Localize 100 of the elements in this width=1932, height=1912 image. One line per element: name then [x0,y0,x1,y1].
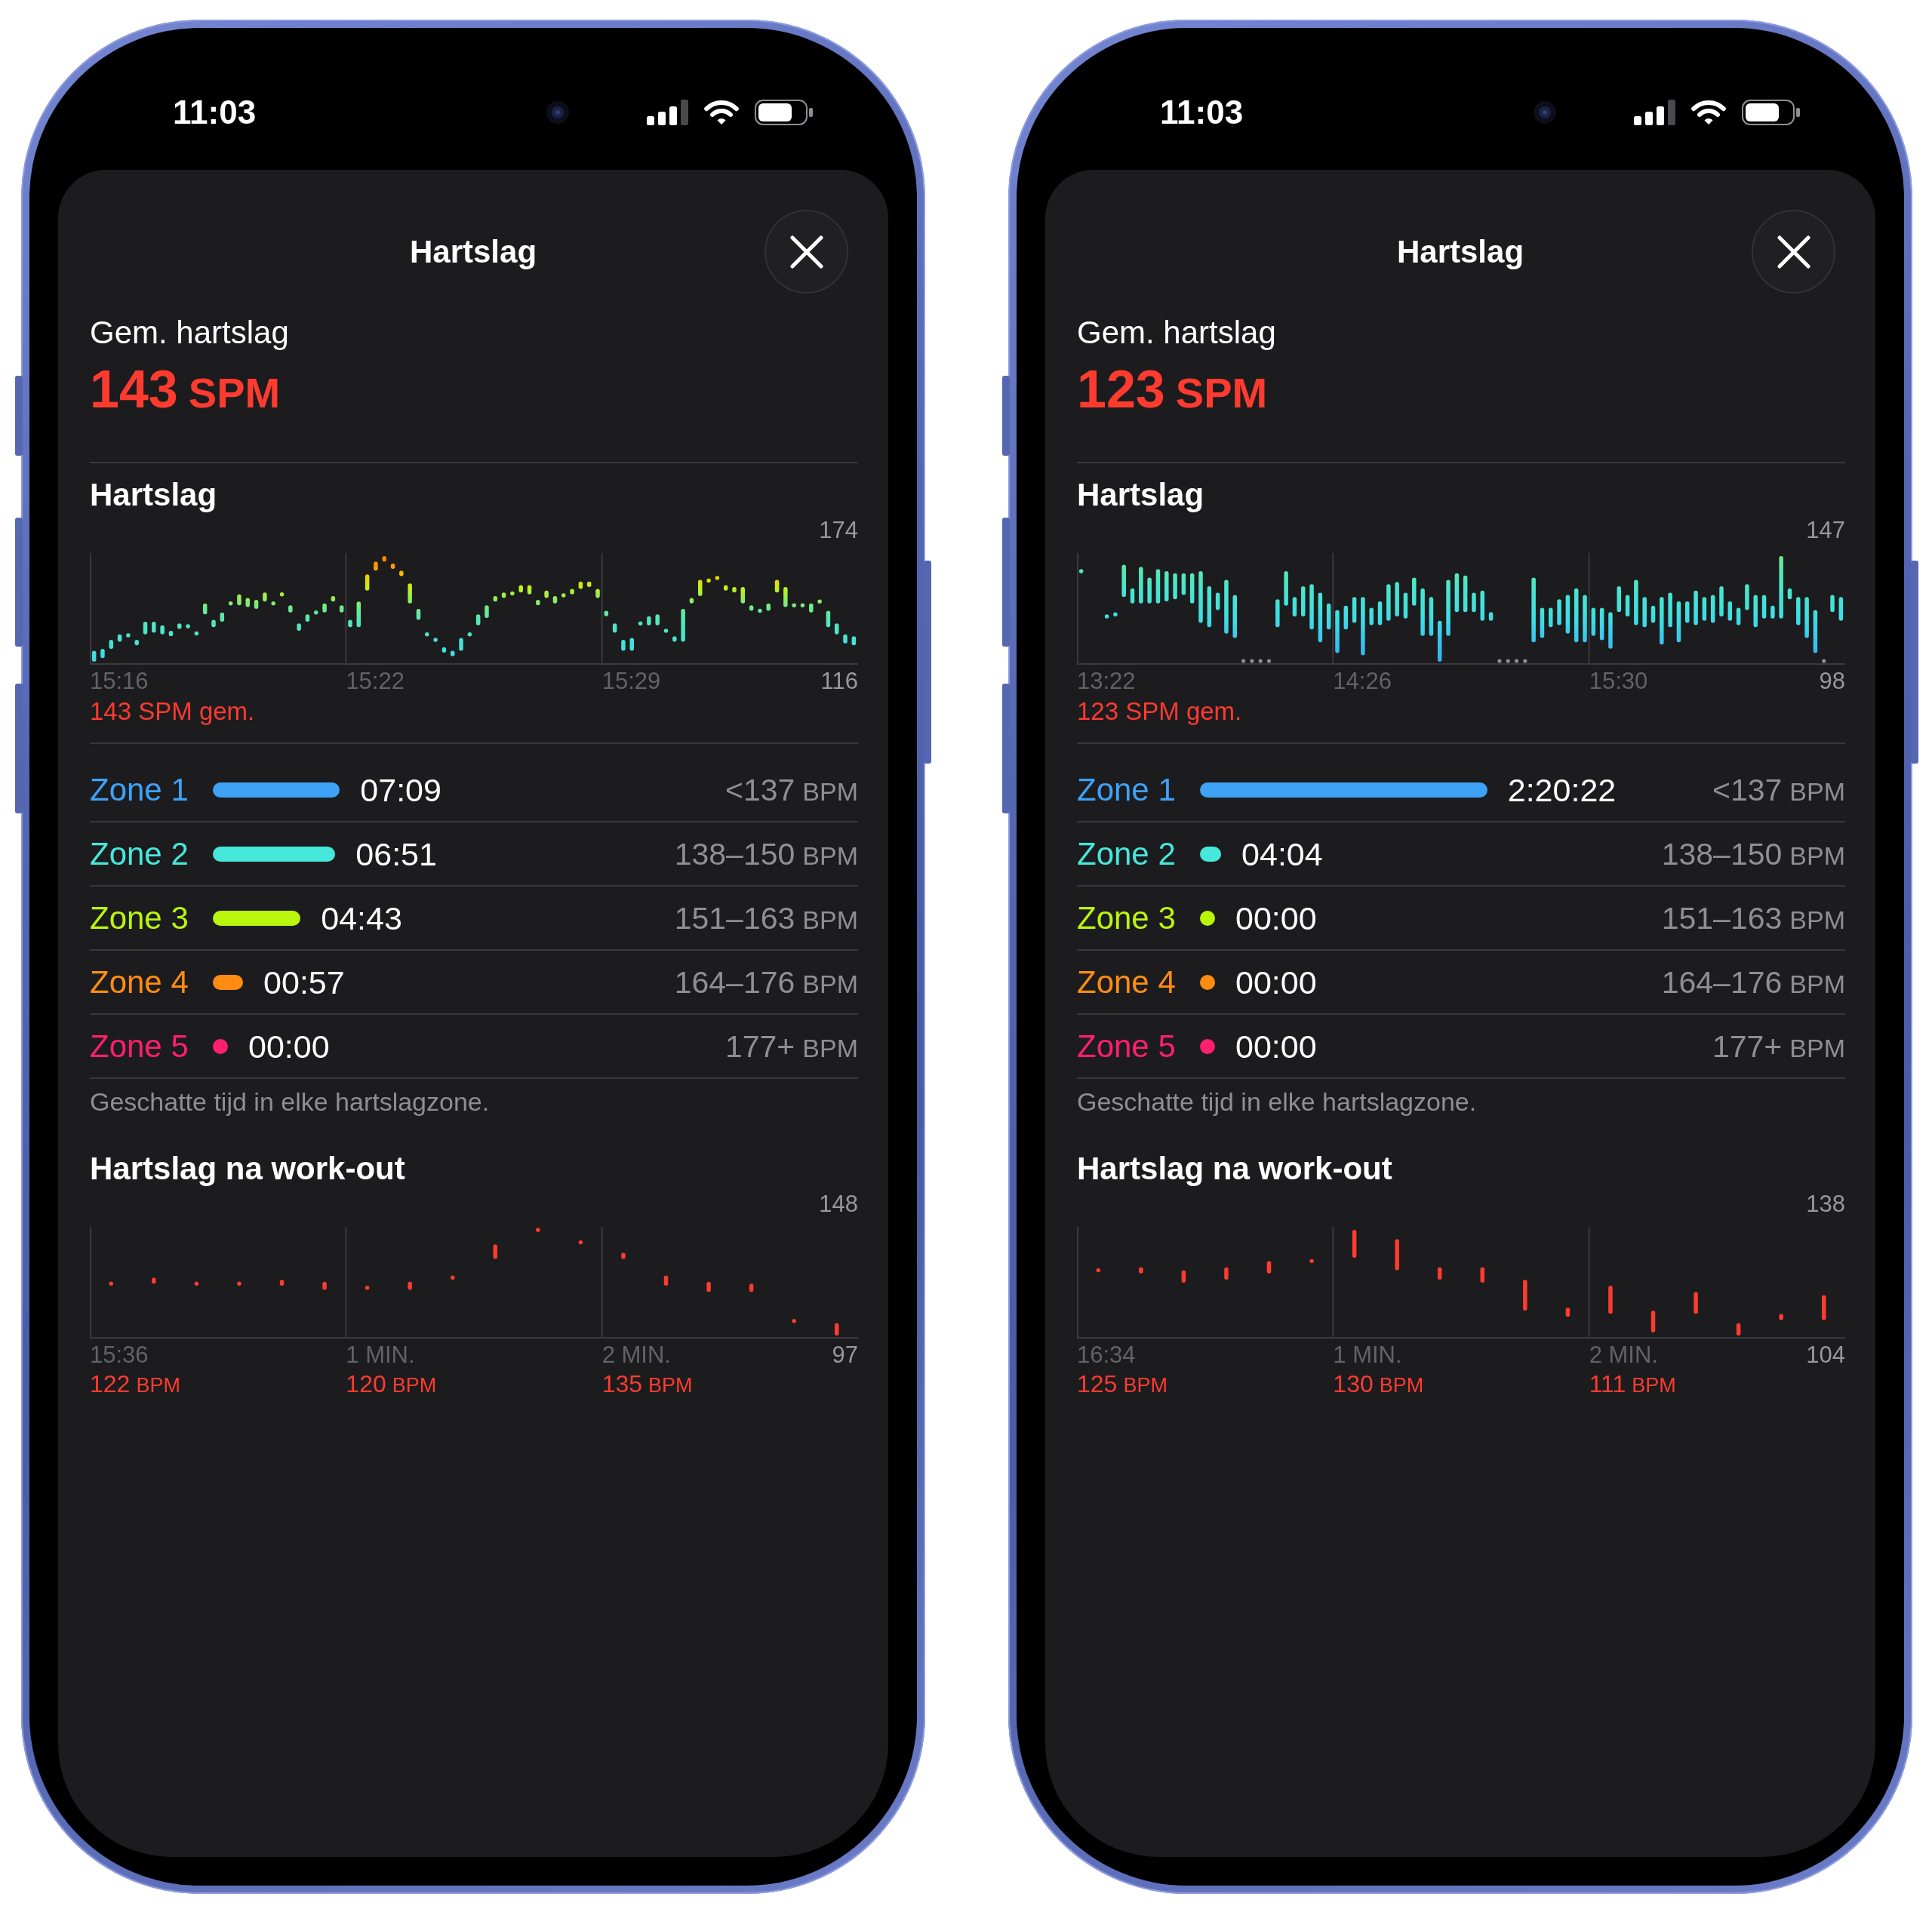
heart-rate-bar [1139,1267,1143,1274]
axis-label: 174 [819,516,858,544]
reading-value: 122 [90,1369,131,1399]
sheet-title: Hartslag [1396,232,1524,271]
heart-rate-bar [365,1286,370,1290]
heart-rate-bar [1651,1311,1656,1333]
heart-rate-bar [237,1281,242,1286]
zone-time: 00:00 [1235,1027,1317,1065]
zone-label: Zone 5 [90,1027,189,1065]
heart-rate-bar [621,1253,626,1259]
heart-rate-bar [1096,1268,1101,1273]
wifi-icon [703,100,740,125]
battery-icon [1742,100,1800,125]
zone-footnote: Geschatte tijd in elke hartslagzone. [1077,1087,1477,1117]
camera-icon [1534,101,1556,124]
pause-marker [1822,659,1826,663]
signal-icon [647,100,688,125]
zone-label: Zone 4 [90,963,189,1001]
zone-unit: BPM [802,841,858,871]
heart-rate-bar [1523,1279,1527,1311]
axis-label: 138 [1806,1190,1845,1218]
heart-rate-bar [578,1240,583,1245]
heart-rate-bar [109,1281,114,1286]
zone-time: 2:20:22 [1507,770,1617,809]
average-label: Gem. hartslag [90,314,289,352]
heart-rate-bar [322,1281,327,1290]
heart-rate-bar [834,1323,839,1336]
section-title: Hartslag [90,476,217,514]
heart-rate-bar [408,1281,412,1290]
heart-rate-bar [536,1228,540,1232]
section-title: Hartslag na work-out [1077,1150,1392,1188]
zone-label: Zone 3 [90,899,189,937]
axis-label: 98 [1819,667,1845,695]
zone-label: Zone 4 [1077,963,1176,1001]
zone-unit: BPM [1789,841,1845,871]
zone-unit: BPM [802,969,858,999]
heart-rate-bar [1779,1314,1783,1320]
axis-label: 2 MIN. [601,1341,671,1369]
zone-time: 00:00 [248,1027,330,1065]
pause-marker [1258,659,1263,663]
zone-time: 00:00 [1235,963,1317,1001]
signal-icon [1634,100,1675,125]
wifi-icon [1690,100,1727,125]
zone-time: 04:04 [1241,835,1323,873]
zone-unit: BPM [1789,905,1845,935]
status-time: 11:03 [1160,93,1244,132]
section-title: Hartslag na work-out [90,1150,405,1188]
heart-rate-bar [1266,1261,1272,1274]
zone-range: 138–150 [1661,835,1783,873]
axis-label: 104 [1806,1341,1845,1369]
heart-rate-bar [1694,1292,1698,1314]
sheet-title: Hartslag [409,232,537,271]
zone-range: <137 [1712,771,1783,809]
zone-label: Zone 3 [1077,899,1176,937]
heart-rate-bar [450,1275,455,1280]
heart-rate-bar [152,1277,156,1284]
zone-time: 06:51 [355,835,437,873]
zone-range: 177+ [1712,1028,1783,1065]
heart-rate-bar [493,1244,498,1259]
zone-unit: BPM [1789,776,1845,807]
battery-icon [755,100,813,125]
zone-range: 138–150 [674,835,795,873]
reading-value: 111 [1589,1369,1626,1399]
zone-range: 164–176 [1661,964,1783,1001]
pause-marker [1241,659,1246,663]
zone-time: 00:00 [1235,899,1317,937]
reading-value: 125 [1077,1369,1118,1399]
heart-rate-bar [279,1279,285,1286]
average-unit: SPM [1175,368,1268,418]
axis-label: 15:22 [346,667,405,695]
heart-rate-bar [1565,1307,1571,1317]
heart-rate-bar [792,1319,796,1323]
heart-rate-bar [1224,1267,1229,1280]
pause-marker [1523,659,1527,663]
heart-rate-bar [1309,1259,1314,1263]
heart-rate-bar [1352,1230,1357,1259]
reading-value: 135 [601,1369,643,1399]
zone-time: 00:57 [263,963,345,1001]
zone-label: Zone 5 [1077,1027,1176,1065]
zone-label: Zone 1 [90,770,189,809]
axis-label: 148 [819,1190,858,1218]
camera-icon [546,101,569,124]
reading-value: 130 [1333,1369,1374,1399]
close-icon [1777,235,1810,269]
average-value: 123 [1077,359,1165,420]
section-title: Hartslag [1077,476,1204,514]
reading-unit: BPM [136,1373,180,1398]
zone-unit: BPM [802,905,858,935]
axis-label: 15:29 [601,667,661,695]
axis-label: 16:34 [1077,1341,1136,1369]
axis-label: 15:36 [90,1341,149,1369]
heart-rate-bar [749,1283,754,1293]
zone-range: 151–163 [674,899,795,937]
zone-unit: BPM [802,776,858,807]
zone-label: Zone 1 [1077,770,1176,809]
pause-marker [1497,659,1502,663]
zone-unit: BPM [802,1033,858,1063]
heart-rate-bar [1736,1323,1741,1336]
zone-unit: BPM [1789,969,1845,999]
zone-range: 151–163 [1661,899,1783,937]
